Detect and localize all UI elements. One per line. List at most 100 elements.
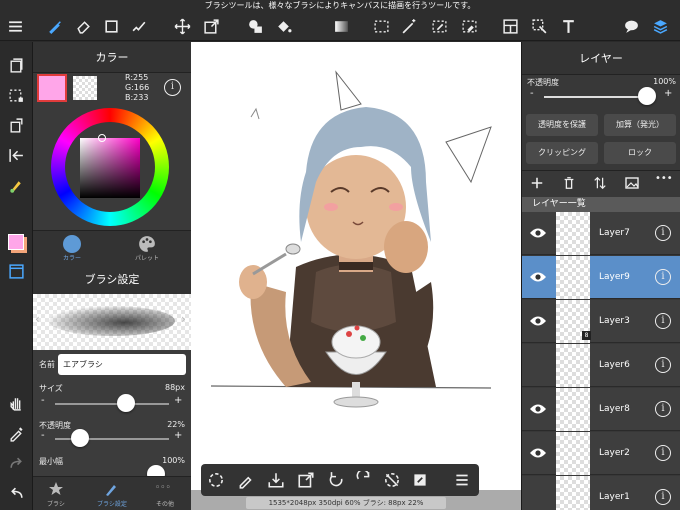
brush-preview[interactable] <box>33 294 191 350</box>
color-info-icon[interactable]: i <box>164 79 181 96</box>
transform-tool-icon[interactable] <box>200 15 222 37</box>
window-icon[interactable] <box>5 260 27 282</box>
smudge-tool-icon[interactable] <box>128 15 150 37</box>
magic-wand-icon[interactable] <box>398 15 420 37</box>
rotate-right-icon[interactable] <box>355 471 373 489</box>
layer-row[interactable]: 8 Layer3 i <box>522 300 680 343</box>
eye-icon[interactable] <box>529 314 547 328</box>
layer-panel: レイヤー 不透明度 100% - + 透明度を保護 加算（発光） クリッピング … <box>521 42 680 510</box>
deselect-icon[interactable] <box>383 471 401 489</box>
layer-row[interactable]: Layer7 i <box>522 212 680 255</box>
star-icon[interactable] <box>48 481 64 497</box>
operation-tool-icon[interactable] <box>528 15 550 37</box>
brush-settings-icon[interactable] <box>104 481 120 497</box>
layer-opacity-label: 不透明度 <box>527 78 559 87</box>
clipboard-icon[interactable] <box>411 471 429 489</box>
eyedropper-icon[interactable] <box>5 422 27 444</box>
layer-info-icon[interactable]: i <box>655 445 671 461</box>
bucket-tool-icon[interactable] <box>272 15 294 37</box>
move-tool-icon[interactable] <box>171 15 193 37</box>
layer-info-icon[interactable]: i <box>655 401 671 417</box>
eyedropper-action-icon[interactable] <box>237 471 255 489</box>
brush-next-icon[interactable]: › <box>181 312 186 326</box>
eye-icon[interactable] <box>529 402 547 416</box>
text-tool-icon[interactable] <box>557 15 579 37</box>
tab-palette[interactable]: パレット <box>129 253 165 262</box>
gradient-tool-icon[interactable] <box>330 15 352 37</box>
reorder-icon[interactable] <box>593 176 607 190</box>
tab-other[interactable]: その他 <box>147 499 183 508</box>
speech-bubble-icon[interactable] <box>620 15 642 37</box>
delete-layer-icon[interactable] <box>562 176 576 190</box>
frame-divider-icon[interactable] <box>499 15 521 37</box>
brush-prev-icon[interactable]: ‹ <box>35 312 40 326</box>
size-plus-button[interactable]: + <box>174 395 182 406</box>
hand-tool-icon[interactable] <box>5 392 27 414</box>
transform-action-icon[interactable] <box>297 471 315 489</box>
layer-row[interactable]: Layer8 i <box>522 388 680 431</box>
import-icon[interactable] <box>267 471 285 489</box>
add-layer-icon[interactable] <box>530 176 544 190</box>
blend-mode-button[interactable]: 加算（発光） <box>604 114 676 136</box>
color-picker-marker[interactable] <box>98 134 106 142</box>
color-brush-icon[interactable] <box>5 174 27 196</box>
layer-row[interactable]: Layer1 i <box>522 476 680 510</box>
tab-brush-settings[interactable]: ブラシ設定 <box>91 499 133 508</box>
pages-icon[interactable] <box>5 54 27 76</box>
color-tab-icon[interactable] <box>63 235 81 253</box>
layer-info-icon[interactable]: i <box>655 225 671 241</box>
brush-opacity-knob[interactable] <box>71 429 90 447</box>
tab-brush[interactable]: ブラシ <box>38 499 74 508</box>
layer-info-icon[interactable]: i <box>655 489 671 505</box>
clipping-button[interactable]: クリッピング <box>526 142 598 164</box>
tab-color[interactable]: カラー <box>55 253 89 262</box>
layer-info-icon[interactable]: i <box>655 357 671 373</box>
rotate-canvas-icon[interactable] <box>5 114 27 136</box>
lock-button[interactable]: ロック <box>604 142 676 164</box>
eye-icon[interactable] <box>529 270 547 284</box>
size-minus-button[interactable]: - <box>41 395 45 406</box>
eraser-tool-icon[interactable] <box>72 15 94 37</box>
layer-row[interactable]: Layer2 i <box>522 432 680 475</box>
layer-info-icon[interactable]: i <box>655 269 671 285</box>
brush-size-slider[interactable] <box>55 403 169 405</box>
select-eraser-icon[interactable] <box>458 15 480 37</box>
palette-icon[interactable] <box>138 235 156 253</box>
layers-icon[interactable] <box>649 15 671 37</box>
redo-icon[interactable] <box>5 452 27 474</box>
saturation-value-square[interactable] <box>80 138 140 198</box>
rotate-left-icon[interactable] <box>327 471 345 489</box>
select-pen-icon[interactable] <box>428 15 450 37</box>
select-tool-icon[interactable] <box>370 15 392 37</box>
layer-row[interactable]: Layer9 i <box>522 256 680 299</box>
select-clear-icon[interactable] <box>5 84 27 106</box>
image-icon[interactable] <box>624 175 640 191</box>
opacity-minus-button[interactable]: - <box>41 430 45 441</box>
layer-opacity-plus[interactable]: + <box>664 88 672 99</box>
layer-opacity-knob[interactable] <box>638 87 656 105</box>
more-icon[interactable]: ◦◦◦ <box>155 483 171 493</box>
color-swatch-icon[interactable] <box>5 231 27 253</box>
lasso-icon[interactable] <box>207 471 225 489</box>
layer-more-icon[interactable]: ••• <box>655 173 673 184</box>
undo-icon[interactable] <box>5 482 27 504</box>
menu-icon[interactable] <box>4 15 26 37</box>
brush-tool-icon[interactable] <box>43 15 65 37</box>
brush-size-knob[interactable] <box>116 394 135 412</box>
flip-canvas-icon[interactable] <box>5 144 27 166</box>
layer-opacity-slider[interactable] <box>544 96 652 98</box>
eye-icon[interactable] <box>529 226 547 240</box>
protect-alpha-button[interactable]: 透明度を保護 <box>526 114 598 136</box>
canvas-artwork[interactable] <box>191 42 521 490</box>
more-menu-icon[interactable] <box>453 471 471 489</box>
brush-name-field[interactable]: エアブラシ <box>58 354 186 375</box>
layer-info-icon[interactable]: i <box>655 313 671 329</box>
eye-icon[interactable] <box>529 446 547 460</box>
layer-row[interactable]: Layer6 i <box>522 344 680 387</box>
fill-tool-icon[interactable] <box>244 15 266 37</box>
shape-tool-icon[interactable] <box>100 15 122 37</box>
secondary-color-swatch[interactable] <box>73 76 97 100</box>
opacity-plus-button[interactable]: + <box>174 430 182 441</box>
layer-opacity-minus[interactable]: - <box>530 88 534 99</box>
primary-color-swatch[interactable] <box>37 74 67 102</box>
